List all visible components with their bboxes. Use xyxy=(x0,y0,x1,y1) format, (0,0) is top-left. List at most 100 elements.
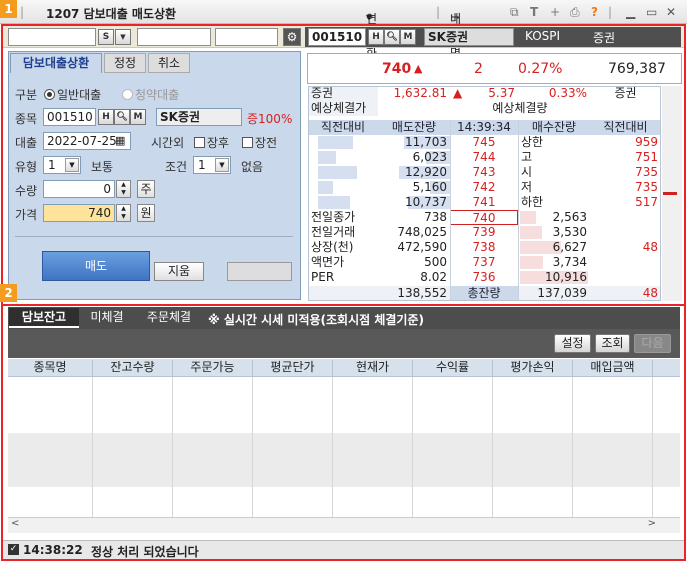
quantity-input[interactable]: 0 xyxy=(43,180,115,198)
column-line xyxy=(412,377,413,517)
prev-info-value: 748,025 xyxy=(397,225,447,239)
tab-loan-repay[interactable]: 담보대출상환 xyxy=(10,53,102,73)
order-type-label: 유형 xyxy=(15,160,38,174)
tab-cancel[interactable]: 취소 xyxy=(148,53,190,73)
column-header[interactable]: 잔고수량 xyxy=(93,360,173,376)
status-message: 정상 처리 되었습니다 xyxy=(91,545,199,559)
change-percent: 0.27% xyxy=(518,61,563,77)
scroll-left-icon[interactable]: < xyxy=(11,518,19,529)
print-icon[interactable]: ⎙ xyxy=(570,5,580,20)
bid-price: 737 xyxy=(472,255,496,269)
price-input[interactable]: 740 xyxy=(43,204,115,222)
bid-change-value: 48 xyxy=(642,240,658,254)
stock-code-input[interactable]: 001510 xyxy=(43,108,96,126)
search-s-button[interactable]: S xyxy=(98,29,114,45)
pre-open-checkbox[interactable]: 장전 xyxy=(242,134,277,151)
order-book-header: 직전대비 xyxy=(590,120,661,135)
quantity-label: 수량 xyxy=(15,184,38,198)
clear-button[interactable]: 지움 xyxy=(154,262,204,281)
toolbar-stock-name: SK증권 xyxy=(424,28,514,46)
toolbar-code-input[interactable]: 001510 xyxy=(308,28,366,46)
column-line xyxy=(492,377,493,517)
total-sell-quantity: 138,552 xyxy=(397,286,447,300)
sell-button[interactable]: 매도 xyxy=(42,251,150,281)
chevron-down-icon: ▼ xyxy=(215,158,229,172)
bid-quantity: 2,563 xyxy=(552,210,587,224)
account-dropdown-button[interactable]: ▼ xyxy=(115,29,131,45)
column-header[interactable]: 매입금액 xyxy=(573,360,653,376)
tab-order-filled[interactable]: 주문체결 xyxy=(137,308,201,328)
account-input[interactable] xyxy=(8,28,96,46)
bid-price: 740 xyxy=(450,210,518,225)
tab-collateral-balance[interactable]: 담보잔고 xyxy=(9,308,79,328)
history-h-button[interactable]: H xyxy=(368,29,384,45)
day-info-value: 735 xyxy=(635,165,658,179)
ask-change-bar xyxy=(318,166,358,179)
gear-icon[interactable]: ⚙ xyxy=(283,28,301,46)
day-info-value: 735 xyxy=(635,180,658,194)
prev-info-label: 전일거래 xyxy=(311,225,356,239)
scroll-right-icon[interactable]: > xyxy=(648,518,656,529)
up-arrow-icon: ▲ xyxy=(414,62,423,75)
bid-quantity: 3,734 xyxy=(552,255,587,269)
plus-icon[interactable]: + xyxy=(550,5,560,19)
tab-modify[interactable]: 정정 xyxy=(104,53,146,73)
after-hours-label: 시간외 xyxy=(151,136,185,150)
link-icon[interactable]: ⧉ xyxy=(510,5,519,20)
column-header[interactable]: 현재가 xyxy=(333,360,413,376)
column-line xyxy=(172,377,173,517)
condition-select[interactable]: 1 ▼ xyxy=(193,156,231,174)
password-input[interactable] xyxy=(215,28,278,46)
column-line xyxy=(652,377,653,517)
prev-info-value: 500 xyxy=(424,255,447,269)
bid-price: 738 xyxy=(472,240,496,254)
horizontal-scrollbar[interactable]: < > xyxy=(8,517,680,533)
column-line xyxy=(92,377,93,517)
prev-info-label: 전일종가 xyxy=(311,210,356,224)
disabled-button xyxy=(227,262,292,281)
order-type-select[interactable]: 1 ▼ xyxy=(43,156,81,174)
memo-m-button-2[interactable]: M xyxy=(130,109,146,125)
after-close-checkbox[interactable]: 장후 xyxy=(194,134,229,151)
calendar-icon[interactable]: ▦ xyxy=(115,134,125,147)
column-header[interactable]: 평균단가 xyxy=(253,360,333,376)
next-button: 다음 xyxy=(634,334,671,353)
column-header[interactable]: 종목명 xyxy=(8,360,93,376)
realtime-notice: ※ 실시간 시세 미적용(조회시점 체결기준) xyxy=(208,313,424,327)
history-h-button-2[interactable]: H xyxy=(98,109,114,125)
ask-change-bar xyxy=(318,181,334,194)
region-badge-2: 2 xyxy=(0,284,17,302)
expected-price-label: 예상체결가 xyxy=(308,101,378,116)
column-header[interactable]: 주문가능 xyxy=(173,360,253,376)
column-header[interactable]: 평가손익 xyxy=(493,360,573,376)
column-header[interactable]: 수익률 xyxy=(413,360,493,376)
maximize-icon[interactable]: ▭ xyxy=(646,5,657,19)
help-icon[interactable]: ? xyxy=(591,5,598,19)
day-info-label: 시 xyxy=(521,165,533,179)
search-icon[interactable]: 🔍︎ xyxy=(114,109,130,125)
close-icon[interactable]: ✕ xyxy=(666,5,676,19)
column-line xyxy=(450,120,451,301)
quantity-unit-button[interactable]: 주 xyxy=(137,180,155,198)
condition-text: 없음 xyxy=(241,160,264,174)
memo-m-button[interactable]: M xyxy=(400,29,416,45)
day-info-label: 저 xyxy=(521,180,533,194)
bid-price: 739 xyxy=(472,225,496,239)
radio-general-loan[interactable]: 일반대출 xyxy=(44,86,101,103)
search-icon[interactable]: 🔍︎ xyxy=(384,29,400,45)
price-stepper[interactable]: ▲ ▼ xyxy=(116,204,131,222)
tab-unfilled[interactable]: 미체결 xyxy=(80,308,134,328)
window-title: 1207 담보대출 매도상환 xyxy=(46,7,177,21)
query-button[interactable]: 조회 xyxy=(595,334,630,353)
quantity-stepper[interactable]: ▲ ▼ xyxy=(116,180,131,198)
condition-label: 조건 xyxy=(165,160,188,174)
price-unit-button[interactable]: 원 xyxy=(137,204,155,222)
up-icon: ▲ xyxy=(121,205,126,212)
text-icon[interactable]: T xyxy=(530,5,538,19)
column-line xyxy=(332,377,333,517)
settings-button[interactable]: 설정 xyxy=(554,334,591,353)
sector-percent: 0.33% xyxy=(548,86,587,100)
minimize-icon[interactable]: ▁ xyxy=(626,5,635,19)
ask-change-bar xyxy=(318,136,354,149)
prev-info-value: 738 xyxy=(424,210,447,224)
